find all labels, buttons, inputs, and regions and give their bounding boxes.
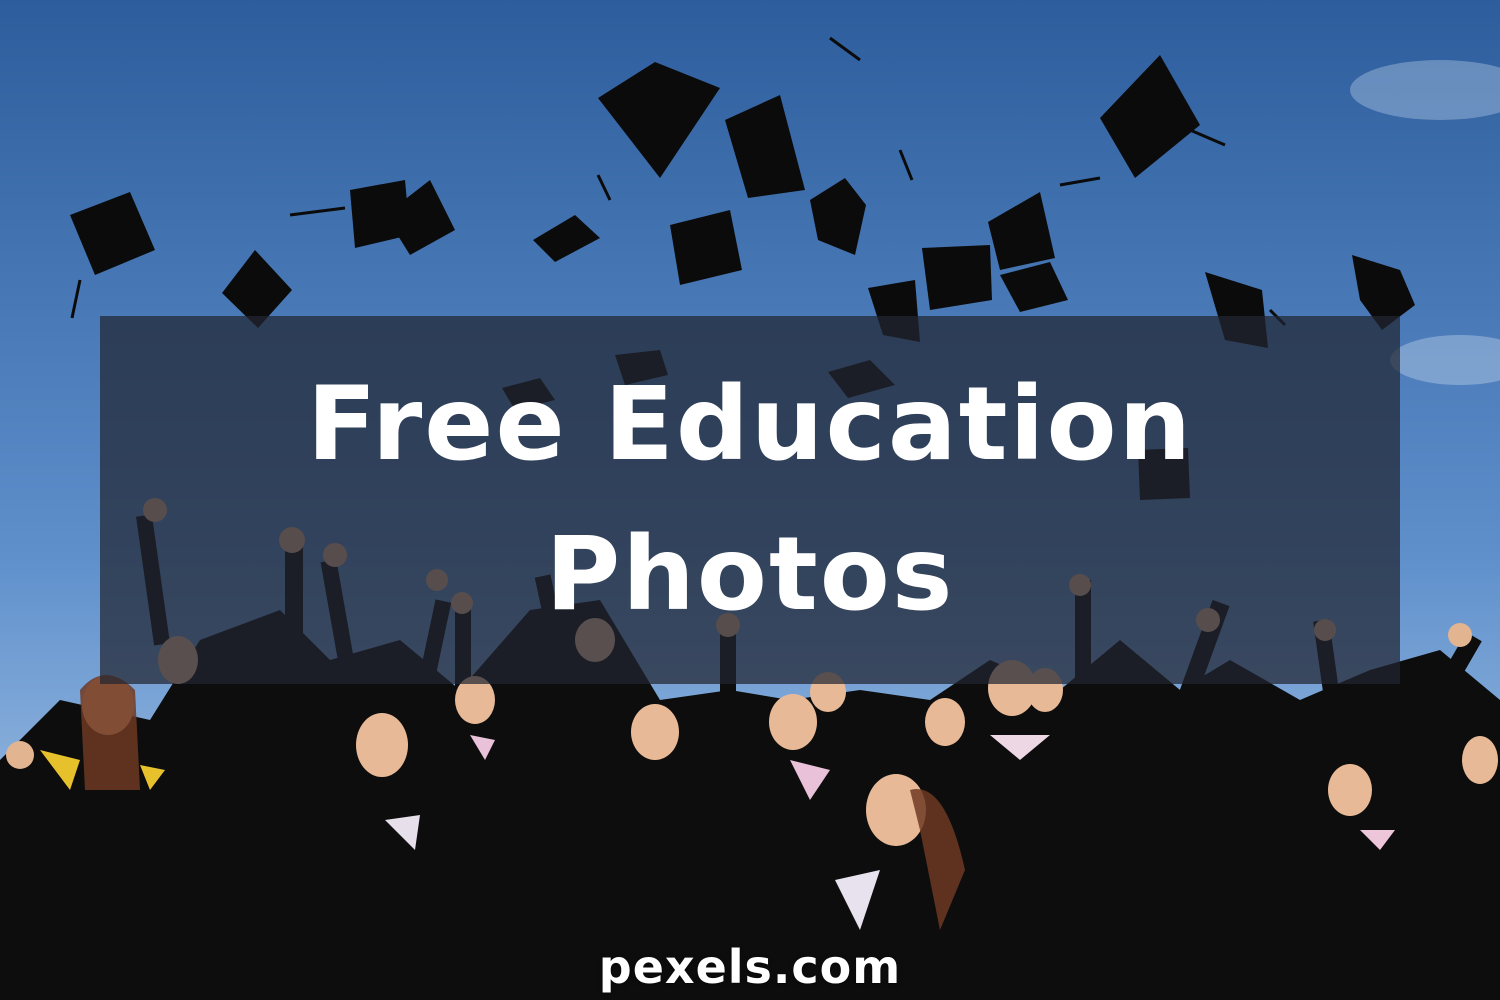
hero-banner: Free Education Photos pexels.com [0, 0, 1500, 1000]
title-overlay: Free Education Photos [100, 316, 1400, 684]
page-title-line-2: Photos [545, 515, 955, 634]
site-watermark: pexels.com [598, 940, 902, 994]
page-title-line-1: Free Education [306, 365, 1194, 484]
